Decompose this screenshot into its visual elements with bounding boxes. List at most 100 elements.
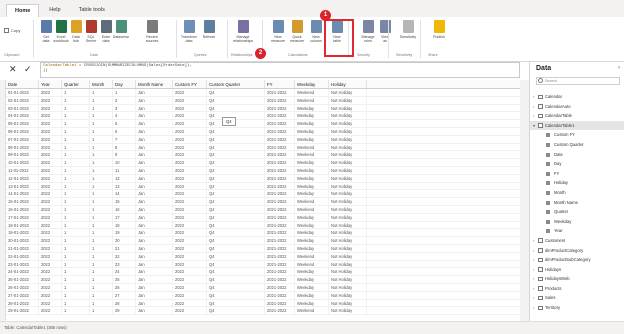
field-item[interactable]: Date xyxy=(530,150,624,160)
tab-table-tools[interactable]: Table tools xyxy=(71,4,113,17)
sensitivity-button[interactable]: Sensitivity xyxy=(397,20,419,39)
table-row[interactable]: 19-01-2022 2022 1 1 19 Jan 2022 Q4 2021-2022 Week… xyxy=(6,229,520,238)
field-item[interactable]: Holiday xyxy=(530,178,624,188)
table-row[interactable]: 13-01-2022 2022 1 1 13 Jan 2022 Q4 2021-2022 Week… xyxy=(6,182,520,191)
chevron-right-icon[interactable]: › xyxy=(533,274,534,284)
column-header[interactable]: Month xyxy=(90,80,113,88)
field-item[interactable]: FY xyxy=(530,169,624,179)
dataverse-button[interactable]: Dataverse xyxy=(110,20,132,39)
table-row[interactable]: 08-01-2022 2022 1 1 8 Jan 2022 Q4 2021-2022 Weeke… xyxy=(6,143,520,152)
table-item[interactable]: › CalendarTable xyxy=(530,111,624,121)
table-row[interactable]: 07-01-2022 2022 1 1 7 Jan 2022 Q4 2021-2022 Weekd… xyxy=(6,135,520,144)
ribbon: Copy Clipboard Get data Excel workbook Dat… xyxy=(0,17,624,62)
column-header[interactable]: Holiday xyxy=(329,80,367,88)
table-row[interactable]: 02-01-2022 2022 1 1 2 Jan 2022 Q4 2021-2022 Weeke… xyxy=(6,96,520,105)
chevron-right-icon[interactable]: › xyxy=(533,284,534,294)
chevron-right-icon[interactable]: › xyxy=(533,92,534,102)
column-header[interactable]: Custom Quarter xyxy=(207,80,265,88)
table-cell: Weekday xyxy=(295,221,329,229)
column-header[interactable]: Day xyxy=(113,80,136,88)
table-row[interactable]: 09-01-2022 2022 1 1 9 Jan 2022 Q4 2021-2022 Weeke… xyxy=(6,151,520,160)
column-header[interactable]: Year xyxy=(39,80,62,88)
table-item[interactable]: › Holidays xyxy=(530,265,624,275)
table-item[interactable]: › dimProductCategory xyxy=(530,246,624,256)
column-header[interactable]: Weekday xyxy=(295,80,329,88)
chevron-down-icon[interactable]: ▾ xyxy=(533,121,535,131)
table-row[interactable]: 06-01-2022 2022 1 1 6 Jan 2022 Q4 2021-2022 Weekd… xyxy=(6,127,520,136)
data-search-input[interactable]: Search xyxy=(536,77,620,85)
table-row[interactable]: 03-01-2022 2022 1 1 3 Jan 2022 Q4 2021-2022 Weekd… xyxy=(6,104,520,113)
chevron-right-icon[interactable]: › xyxy=(533,246,534,256)
table-cell: 1 xyxy=(62,237,90,244)
table-item[interactable]: › Territory xyxy=(530,303,624,313)
view-as-button[interactable]: View as xyxy=(374,20,396,43)
column-header[interactable]: Month Name xyxy=(136,80,173,88)
table-row[interactable]: 25-01-2022 2022 1 1 25 Jan 2022 Q4 2021-2022 Week… xyxy=(6,276,520,284)
column-header[interactable]: Custom FY xyxy=(173,80,207,88)
table-row[interactable]: 11-01-2022 2022 1 1 11 Jan 2022 Q4 2021-2022 Week… xyxy=(6,166,520,175)
table-row[interactable]: 15-01-2022 2022 1 1 15 Jan 2022 Q4 2021-2022 Week… xyxy=(6,198,520,206)
manage-relationships-button[interactable]: Manage relationships xyxy=(232,20,254,43)
table-item[interactable]: › HolidaysWeb xyxy=(530,274,624,284)
table-item[interactable]: › Customers xyxy=(530,236,624,246)
table-cell: Jan xyxy=(136,291,173,299)
refresh-button[interactable]: Refresh xyxy=(198,20,220,39)
field-item[interactable]: Year xyxy=(530,226,624,236)
table-row[interactable]: 12-01-2022 2022 1 1 12 Jan 2022 Q4 2021-2022 Week… xyxy=(6,174,520,183)
chevron-right-icon[interactable]: › xyxy=(533,111,534,121)
field-item[interactable]: Month xyxy=(530,188,624,198)
table-row[interactable]: 20-01-2022 2022 1 1 20 Jan 2022 Q4 2021-2022 Week… xyxy=(6,237,520,245)
table-row[interactable]: 28-01-2022 2022 1 1 28 Jan 2022 Q4 2021-2022 Week… xyxy=(6,299,520,308)
table-item[interactable]: › CalendarAuto xyxy=(530,102,624,112)
table-row[interactable]: 05-01-2022 2022 1 1 5 Jan 2022 Q4 2021-2022 Weekd… xyxy=(6,120,520,128)
table-row[interactable]: 23-01-2022 2022 1 1 23 Jan 2022 Q4 2021-2022 Week… xyxy=(6,260,520,269)
column-header[interactable]: Date xyxy=(6,80,39,88)
table-row[interactable]: 29-01-2022 2022 1 1 29 Jan 2022 Q4 2021-2022 Week… xyxy=(6,307,520,316)
table-item[interactable]: › Calendar xyxy=(530,92,624,102)
chevron-right-icon[interactable]: › xyxy=(533,303,534,313)
group-label-sensitivity: Sensitivity xyxy=(396,53,413,57)
table-row[interactable]: 17-01-2022 2022 1 1 17 Jan 2022 Q4 2021-2022 Week… xyxy=(6,213,520,222)
table-item[interactable]: › Products xyxy=(530,284,624,294)
chevron-right-icon[interactable]: › xyxy=(533,293,534,303)
table-cell: 2022 xyxy=(173,237,207,244)
field-item[interactable]: Custom FY xyxy=(530,130,624,140)
chevron-right-icon[interactable]: › xyxy=(533,265,534,275)
cancel-formula-icon[interactable]: ✕ xyxy=(9,64,17,75)
recent-sources-button[interactable]: Recent sources xyxy=(141,20,163,43)
chevron-right-icon[interactable]: › xyxy=(533,102,534,112)
table-row[interactable]: 10-01-2022 2022 1 1 10 Jan 2022 Q4 2021-2022 Week… xyxy=(6,159,520,167)
table-row[interactable]: 24-01-2022 2022 1 1 24 Jan 2022 Q4 2021-2022 Week… xyxy=(6,268,520,277)
table-row[interactable]: 22-01-2022 2022 1 1 22 Jan 2022 Q4 2021-2022 Week… xyxy=(6,252,520,261)
table-row[interactable]: 01-01-2022 2022 1 1 1 Jan 2022 Q4 2021-2022 Weeke… xyxy=(6,89,520,97)
field-item[interactable]: Quarter xyxy=(530,207,624,217)
publish-button[interactable]: Publish xyxy=(428,20,450,39)
chevron-right-icon[interactable]: › xyxy=(533,255,534,265)
column-header[interactable]: Quarter xyxy=(62,80,90,88)
table-item[interactable]: › Sales xyxy=(530,293,624,303)
tab-help[interactable]: Help xyxy=(41,4,68,17)
table-row[interactable]: 04-01-2022 2022 1 1 4 Jan 2022 Q4 2021-2022 Weekd… xyxy=(6,112,520,121)
table-row[interactable]: 26-01-2022 2022 1 1 26 Jan 2022 Q4 2021-2022 Week… xyxy=(6,283,520,292)
table-cell: Jan xyxy=(136,166,173,174)
commit-formula-icon[interactable]: ✓ xyxy=(24,64,32,75)
table-item[interactable]: › dimProductSubCategory xyxy=(530,255,624,265)
table-cell: Q4 xyxy=(207,307,265,315)
chevron-right-icon[interactable]: › xyxy=(533,236,534,246)
table-row[interactable]: 18-01-2022 2022 1 1 18 Jan 2022 Q4 2021-2022 Week… xyxy=(6,221,520,230)
table-row[interactable]: 16-01-2022 2022 1 1 16 Jan 2022 Q4 2021-2022 Week… xyxy=(6,205,520,214)
tab-home[interactable]: Home xyxy=(6,4,40,17)
column-header[interactable]: FY xyxy=(265,80,295,88)
field-item[interactable]: Weekday xyxy=(530,217,624,227)
table-row[interactable]: 21-01-2022 2022 1 1 21 Jan 2022 Q4 2021-2022 Week… xyxy=(6,244,520,253)
transform-data-button[interactable]: Transform data xyxy=(178,20,200,43)
table-item[interactable]: ▾ CalendarTable1 xyxy=(530,120,624,131)
field-item[interactable]: Custom Quarter xyxy=(530,140,624,150)
field-item[interactable]: Month Name xyxy=(530,198,624,208)
table-row[interactable]: 14-01-2022 2022 1 1 14 Jan 2022 Q4 2021-2022 Week… xyxy=(6,190,520,199)
formula-input[interactable]: CalendarTable1 = CROSSJOIN(SUMMARIZECOLU… xyxy=(40,62,520,78)
copy-button[interactable]: Copy xyxy=(4,28,20,33)
collapse-pane-icon[interactable]: › xyxy=(618,65,620,71)
field-item[interactable]: Day xyxy=(530,159,624,169)
table-row[interactable]: 27-01-2022 2022 1 1 27 Jan 2022 Q4 2021-2022 Week… xyxy=(6,291,520,300)
